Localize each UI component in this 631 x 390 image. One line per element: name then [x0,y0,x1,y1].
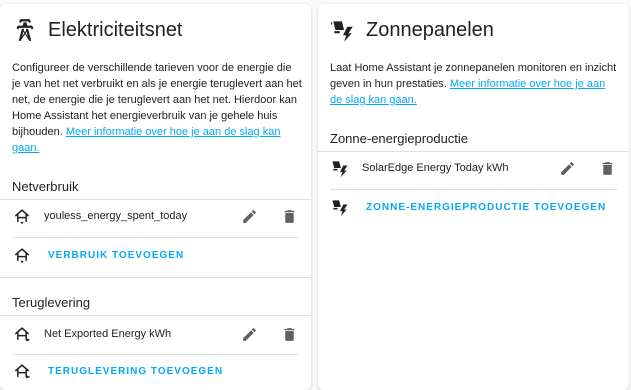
divider [318,151,629,152]
add-return-row[interactable]: TERUGLEVERING TOEVOEGEN [12,358,299,384]
delete-consumption-button[interactable] [279,206,299,226]
solar-power-icon [332,161,348,178]
grid-consumption-title: Netverbruik [12,179,79,194]
pencil-icon [242,327,256,341]
add-solar-row[interactable]: ZONNE-ENERGIEPRODUCTIE TOEVOEGEN [330,194,617,220]
delete-solar-button[interactable] [597,158,617,178]
add-consumption-button[interactable]: VERBRUIK TOEVOEGEN [48,250,184,261]
grid-return-title: Teruglevering [12,295,91,310]
grid-card-title: Elektriciteitsnet [48,18,183,41]
solar-power-icon [332,200,348,217]
transmission-tower-export-icon [14,327,31,342]
solar-power-icon [331,21,353,42]
transmission-tower-import-icon [14,209,30,225]
pencil-icon [242,209,256,223]
divider [330,189,617,190]
solar-description: Laat Home Assistant je zonnepanelen moni… [330,60,620,108]
trash-icon [602,161,612,175]
grid-card-header: Elektriciteitsnet [12,17,183,43]
edit-consumption-button[interactable] [239,206,259,226]
add-consumption-row[interactable]: VERBRUIK TOEVOEGEN [12,242,299,268]
divider [0,315,311,316]
solar-card-title: Zonnepanelen [366,18,494,41]
trash-icon [284,209,294,223]
divider [0,199,311,200]
grid-return-row: Net Exported Energy kWh [12,321,299,347]
grid-return-item-label: Net Exported Energy kWh [44,328,172,340]
delete-return-button[interactable] [279,324,299,344]
add-solar-button[interactable]: ZONNE-ENERGIEPRODUCTIE TOEVOEGEN [366,202,606,213]
transmission-tower-icon [16,19,34,41]
edit-solar-button[interactable] [557,158,577,178]
solar-production-title: Zonne-energieproductie [330,131,469,146]
grid-description: Configureer de verschillende tarieven vo… [12,60,302,156]
solar-card: Zonnepanelen Laat Home Assistant je zonn… [318,4,629,390]
add-return-button[interactable]: TERUGLEVERING TOEVOEGEN [48,366,223,377]
divider [12,237,299,238]
transmission-tower-export-icon [14,364,31,379]
solar-production-row: SolarEdge Energy Today kWh [330,155,617,181]
edit-return-button[interactable] [239,324,259,344]
trash-icon [284,327,294,341]
divider [0,277,311,278]
pencil-icon [560,161,574,175]
grid-consumption-item-label: youless_energy_spent_today [44,210,188,222]
grid-card: Elektriciteitsnet Configureer de verschi… [0,4,311,390]
transmission-tower-import-icon [14,248,30,264]
divider [12,354,299,355]
solar-production-item-label: SolarEdge Energy Today kWh [362,162,509,174]
grid-consumption-row: youless_energy_spent_today [12,203,299,229]
solar-card-header: Zonnepanelen [330,17,494,43]
